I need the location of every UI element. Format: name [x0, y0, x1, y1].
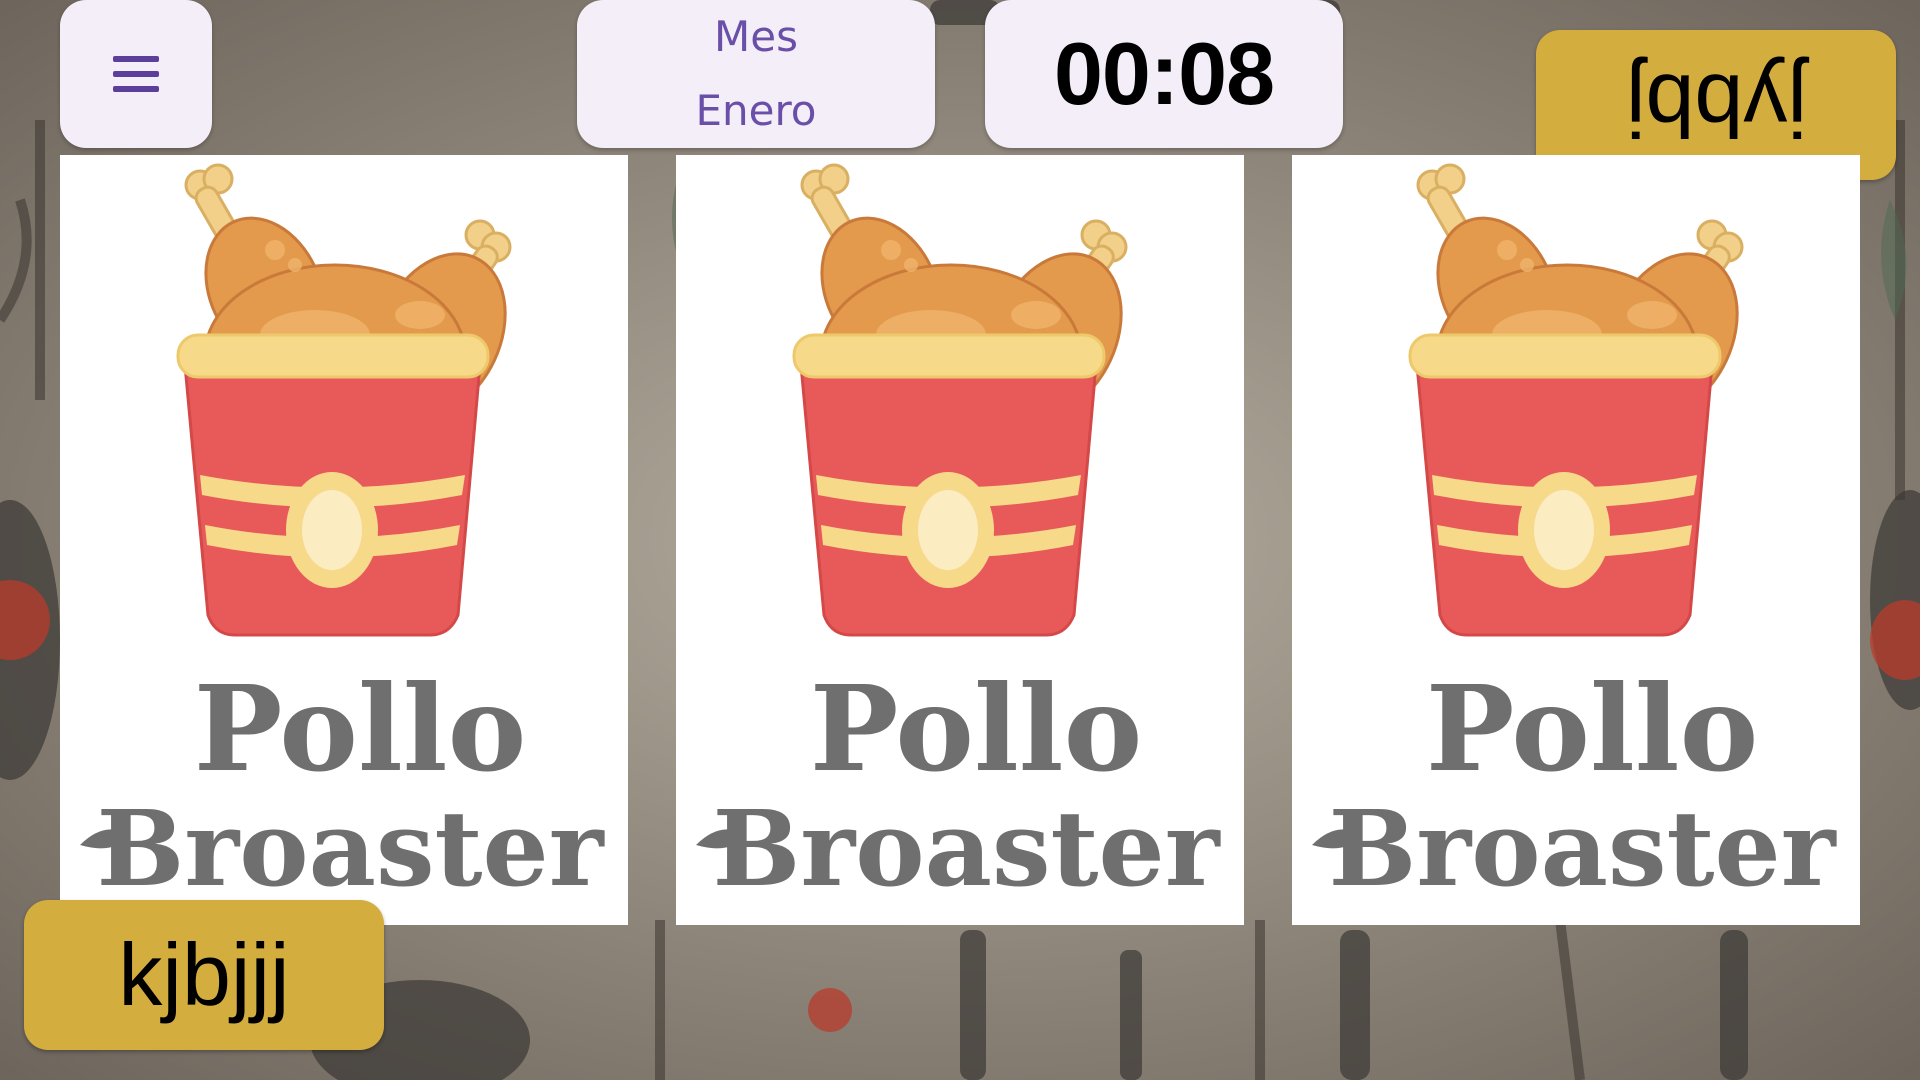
- menu-icon: [113, 47, 159, 101]
- player-bottom-button[interactable]: kjbjjj: [24, 900, 384, 1050]
- card-title-line2: Broaster: [713, 787, 1221, 910]
- card-title-line1: Pollo: [1426, 659, 1759, 798]
- card-title-line2: Broaster: [1329, 787, 1837, 910]
- timer-display: 00:08: [985, 0, 1343, 148]
- chicken-bucket-icon: Pollo Broaster: [80, 163, 605, 910]
- product-card[interactable]: Pollo Broaster: [60, 155, 628, 925]
- month-label: Mes: [714, 12, 798, 61]
- product-card[interactable]: Pollo Broaster: [1292, 155, 1860, 925]
- chicken-bucket-icon: Pollo Broaster: [696, 163, 1221, 910]
- chicken-bucket-icon: Pollo Broaster: [1312, 163, 1837, 910]
- player-bottom-button-label: kjbjjj: [118, 925, 290, 1024]
- player-top-button-label: jybbj: [1625, 56, 1807, 155]
- menu-button[interactable]: [60, 0, 212, 148]
- product-card[interactable]: Pollo Broaster: [676, 155, 1244, 925]
- month-indicator: Mes Enero: [577, 0, 935, 148]
- card-title-line2: Broaster: [97, 787, 605, 910]
- timer-value: 00:08: [1053, 24, 1275, 123]
- month-value: Enero: [695, 86, 817, 135]
- card-title-line1: Pollo: [810, 659, 1143, 798]
- card-title-line1: Pollo: [194, 659, 527, 798]
